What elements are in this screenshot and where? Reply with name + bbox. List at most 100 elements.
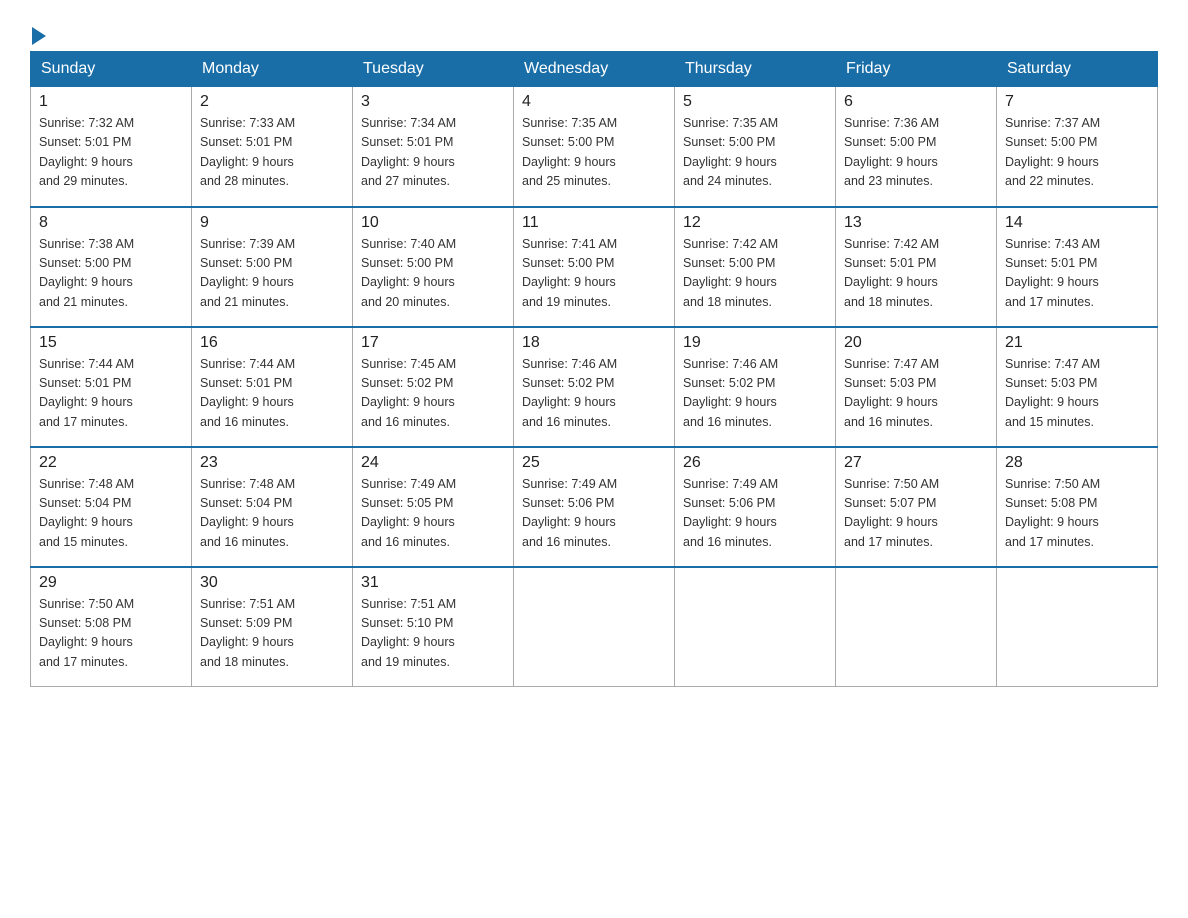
calendar-cell: [836, 567, 997, 687]
calendar-cell: 23 Sunrise: 7:48 AMSunset: 5:04 PMDayligh…: [192, 447, 353, 567]
weekday-header-sunday: Sunday: [31, 52, 192, 87]
weekday-header-friday: Friday: [836, 52, 997, 87]
day-info: Sunrise: 7:34 AMSunset: 5:01 PMDaylight:…: [361, 114, 505, 192]
calendar-cell: [514, 567, 675, 687]
calendar-cell: [997, 567, 1158, 687]
day-number: 15: [39, 334, 183, 352]
day-number: 17: [361, 334, 505, 352]
weekday-header-thursday: Thursday: [675, 52, 836, 87]
calendar-cell: 16Sunrise: 7:44 AMSunset: 5:01 PMDayligh…: [192, 327, 353, 447]
day-number: 25: [522, 454, 666, 472]
day-info: Sunrise: 7:38 AMSunset: 5:00 PMDaylight:…: [39, 235, 183, 313]
day-number: 9: [200, 214, 344, 232]
calendar-cell: 18 Sunrise: 7:46 AMSunset: 5:02 PMDayligh…: [514, 327, 675, 447]
day-info: Sunrise: 7:35 AMSunset: 5:00 PMDaylight:…: [522, 114, 666, 192]
day-info: Sunrise: 7:50 AMSunset: 5:08 PMDaylight:…: [1005, 475, 1149, 553]
day-number: 20: [844, 334, 988, 352]
calendar-cell: 21Sunrise: 7:47 AMSunset: 5:03 PMDayligh…: [997, 327, 1158, 447]
calendar-cell: 30 Sunrise: 7:51 AMSunset: 5:09 PMDayligh…: [192, 567, 353, 687]
day-info: Sunrise: 7:37 AMSunset: 5:00 PMDaylight:…: [1005, 114, 1149, 192]
weekday-header-row: SundayMondayTuesdayWednesdayThursdayFrid…: [31, 52, 1158, 87]
day-number: 24: [361, 454, 505, 472]
day-info: Sunrise: 7:46 AMSunset: 5:02 PMDaylight:…: [683, 355, 827, 433]
day-info: Sunrise: 7:49 AMSunset: 5:06 PMDaylight:…: [522, 475, 666, 553]
calendar-week-row: 15 Sunrise: 7:44 AMSunset: 5:01 PMDayligh…: [31, 327, 1158, 447]
day-number: 18: [522, 334, 666, 352]
day-number: 30: [200, 574, 344, 592]
day-number: 1: [39, 93, 183, 111]
calendar-cell: 9 Sunrise: 7:39 AMSunset: 5:00 PMDaylight…: [192, 207, 353, 327]
calendar-cell: 12 Sunrise: 7:42 AMSunset: 5:00 PMDayligh…: [675, 207, 836, 327]
day-number: 4: [522, 93, 666, 111]
weekday-header-saturday: Saturday: [997, 52, 1158, 87]
day-info: Sunrise: 7:42 AMSunset: 5:01 PMDaylight:…: [844, 235, 988, 313]
day-number: 2: [200, 93, 344, 111]
calendar-cell: 8 Sunrise: 7:38 AMSunset: 5:00 PMDaylight…: [31, 207, 192, 327]
day-info: Sunrise: 7:35 AMSunset: 5:00 PMDaylight:…: [683, 114, 827, 192]
calendar-cell: 20Sunrise: 7:47 AMSunset: 5:03 PMDayligh…: [836, 327, 997, 447]
day-number: 5: [683, 93, 827, 111]
calendar-table: SundayMondayTuesdayWednesdayThursdayFrid…: [30, 51, 1158, 687]
calendar-cell: 19 Sunrise: 7:46 AMSunset: 5:02 PMDayligh…: [675, 327, 836, 447]
calendar-cell: 28 Sunrise: 7:50 AMSunset: 5:08 PMDayligh…: [997, 447, 1158, 567]
weekday-header-monday: Monday: [192, 52, 353, 87]
calendar-cell: 14Sunrise: 7:43 AMSunset: 5:01 PMDayligh…: [997, 207, 1158, 327]
day-number: 12: [683, 214, 827, 232]
weekday-header-wednesday: Wednesday: [514, 52, 675, 87]
day-number: 22: [39, 454, 183, 472]
day-number: 29: [39, 574, 183, 592]
day-number: 31: [361, 574, 505, 592]
day-number: 10: [361, 214, 505, 232]
day-info: Sunrise: 7:39 AMSunset: 5:00 PMDaylight:…: [200, 235, 344, 313]
calendar-cell: 29 Sunrise: 7:50 AMSunset: 5:08 PMDayligh…: [31, 567, 192, 687]
calendar-cell: 15 Sunrise: 7:44 AMSunset: 5:01 PMDayligh…: [31, 327, 192, 447]
calendar-week-row: 22 Sunrise: 7:48 AMSunset: 5:04 PMDayligh…: [31, 447, 1158, 567]
day-info: Sunrise: 7:44 AMSunset: 5:01 PMDaylight:…: [39, 355, 183, 433]
calendar-cell: 27Sunrise: 7:50 AMSunset: 5:07 PMDayligh…: [836, 447, 997, 567]
day-number: 23: [200, 454, 344, 472]
calendar-cell: 3 Sunrise: 7:34 AMSunset: 5:01 PMDaylight…: [353, 87, 514, 207]
day-number: 16: [200, 334, 344, 352]
weekday-header-tuesday: Tuesday: [353, 52, 514, 87]
day-number: 27: [844, 454, 988, 472]
day-info: Sunrise: 7:36 AMSunset: 5:00 PMDaylight:…: [844, 114, 988, 192]
calendar-cell: 2 Sunrise: 7:33 AMSunset: 5:01 PMDaylight…: [192, 87, 353, 207]
day-info: Sunrise: 7:46 AMSunset: 5:02 PMDaylight:…: [522, 355, 666, 433]
day-info: Sunrise: 7:41 AMSunset: 5:00 PMDaylight:…: [522, 235, 666, 313]
day-info: Sunrise: 7:49 AMSunset: 5:05 PMDaylight:…: [361, 475, 505, 553]
day-info: Sunrise: 7:49 AMSunset: 5:06 PMDaylight:…: [683, 475, 827, 553]
calendar-week-row: 29 Sunrise: 7:50 AMSunset: 5:08 PMDayligh…: [31, 567, 1158, 687]
day-info: Sunrise: 7:33 AMSunset: 5:01 PMDaylight:…: [200, 114, 344, 192]
day-number: 26: [683, 454, 827, 472]
calendar-cell: 7 Sunrise: 7:37 AMSunset: 5:00 PMDaylight…: [997, 87, 1158, 207]
day-number: 3: [361, 93, 505, 111]
calendar-cell: 31 Sunrise: 7:51 AMSunset: 5:10 PMDayligh…: [353, 567, 514, 687]
day-info: Sunrise: 7:32 AMSunset: 5:01 PMDaylight:…: [39, 114, 183, 192]
day-number: 6: [844, 93, 988, 111]
day-number: 8: [39, 214, 183, 232]
calendar-cell: 25 Sunrise: 7:49 AMSunset: 5:06 PMDayligh…: [514, 447, 675, 567]
day-number: 14: [1005, 214, 1149, 232]
day-info: Sunrise: 7:40 AMSunset: 5:00 PMDaylight:…: [361, 235, 505, 313]
calendar-cell: 4 Sunrise: 7:35 AMSunset: 5:00 PMDaylight…: [514, 87, 675, 207]
day-info: Sunrise: 7:51 AMSunset: 5:10 PMDaylight:…: [361, 595, 505, 673]
day-info: Sunrise: 7:50 AMSunset: 5:08 PMDaylight:…: [39, 595, 183, 673]
day-number: 7: [1005, 93, 1149, 111]
day-info: Sunrise: 7:48 AMSunset: 5:04 PMDaylight:…: [200, 475, 344, 553]
calendar-cell: 11Sunrise: 7:41 AMSunset: 5:00 PMDayligh…: [514, 207, 675, 327]
day-number: 13: [844, 214, 988, 232]
calendar-cell: 22 Sunrise: 7:48 AMSunset: 5:04 PMDayligh…: [31, 447, 192, 567]
calendar-week-row: 1 Sunrise: 7:32 AMSunset: 5:01 PMDaylight…: [31, 87, 1158, 207]
day-number: 28: [1005, 454, 1149, 472]
day-info: Sunrise: 7:42 AMSunset: 5:00 PMDaylight:…: [683, 235, 827, 313]
calendar-cell: 10 Sunrise: 7:40 AMSunset: 5:00 PMDayligh…: [353, 207, 514, 327]
day-info: Sunrise: 7:48 AMSunset: 5:04 PMDaylight:…: [39, 475, 183, 553]
calendar-week-row: 8 Sunrise: 7:38 AMSunset: 5:00 PMDaylight…: [31, 207, 1158, 327]
day-number: 19: [683, 334, 827, 352]
day-info: Sunrise: 7:45 AMSunset: 5:02 PMDaylight:…: [361, 355, 505, 433]
day-number: 21: [1005, 334, 1149, 352]
calendar-cell: 6 Sunrise: 7:36 AMSunset: 5:00 PMDaylight…: [836, 87, 997, 207]
day-info: Sunrise: 7:51 AMSunset: 5:09 PMDaylight:…: [200, 595, 344, 673]
calendar-cell: 13 Sunrise: 7:42 AMSunset: 5:01 PMDayligh…: [836, 207, 997, 327]
calendar-cell: 26 Sunrise: 7:49 AMSunset: 5:06 PMDayligh…: [675, 447, 836, 567]
